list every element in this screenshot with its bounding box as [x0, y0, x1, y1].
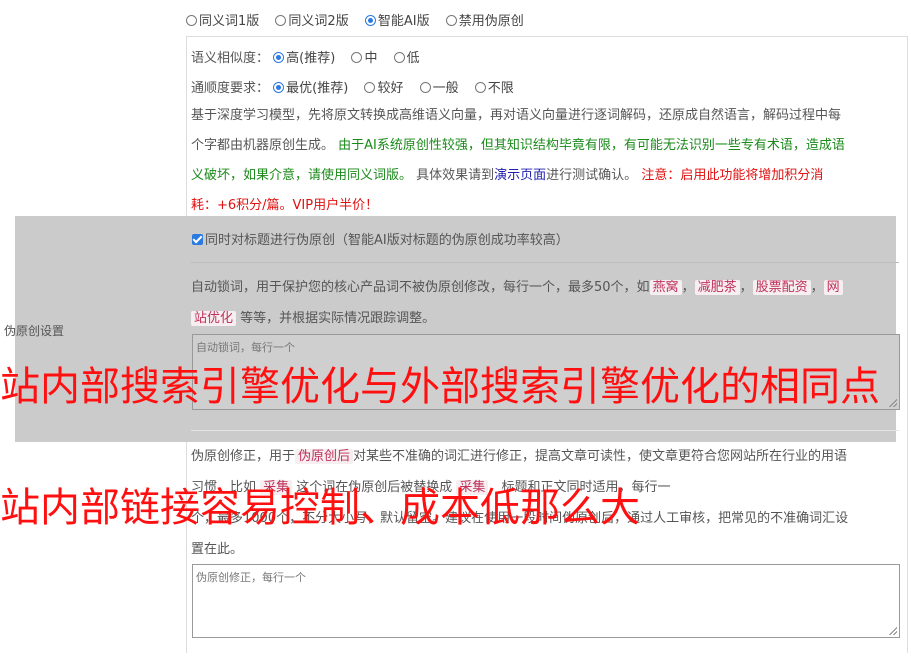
overlay-banner-line2: 站内部链接容易控制、成本低那么大 [0, 485, 640, 531]
similarity-option-low[interactable]: 低 [393, 47, 420, 66]
version-option-ai[interactable]: 智能AI版 [364, 10, 430, 29]
correction-textarea[interactable]: 伪原创修正，每行一个 [192, 564, 900, 638]
radio-icon[interactable] [186, 15, 197, 26]
section-label: 伪原创设置 [4, 324, 65, 338]
lock-words-placeholder: 自动锁词，每行一个 [196, 341, 295, 354]
keyword-tag: 燕窝 [649, 280, 682, 295]
version-option-synonym2[interactable]: 同义词2版 [275, 10, 349, 29]
version-selector: 同义词1版 同义词2版 智能AI版 禁用伪原创 [186, 10, 536, 29]
description-line: 基于深度学习模型，先将原文转换成高维语义向量，再对语义向量进行逐词解码，还原成自… [191, 108, 842, 123]
lock-words-line: 站优化 等等，并根据实际情况跟踪调整。 [191, 303, 901, 334]
cost-notice: 耗：+6积分/篇。VIP用户半价！ [191, 198, 379, 213]
radio-checked-icon[interactable] [364, 15, 376, 26]
demo-page-link[interactable]: 演示页面 [494, 168, 546, 183]
overlay-banner-line1: 站内部搜索引擎优化与外部搜索引擎优化的相同点 [0, 364, 880, 410]
description-line: 义破坏，如果介意，请使用同义词版。 具体效果请到演示页面进行测试确认。 注意：启… [191, 168, 824, 183]
ai-description: 基于深度学习模型，先将原文转换成高维语义向量，再对语义向量进行逐词解码，还原成自… [191, 101, 901, 221]
keyword-tag: 股票配资 [752, 280, 811, 295]
radio-icon[interactable] [275, 15, 287, 26]
cost-notice: 注意：启用此功能将增加积分消 [641, 168, 824, 183]
version-option-disable[interactable]: 禁用伪原创 [445, 10, 524, 29]
resize-handle-icon[interactable] [889, 627, 897, 635]
version-option-synonym1[interactable]: 同义词1版 [186, 10, 259, 29]
similarity-label: 语义相似度： [191, 51, 270, 66]
divider [191, 262, 899, 263]
lock-words-description: 自动锁词，用于保护您的核心产品词不被伪原创修改，每行一个，最多50个，如 燕窝，减… [191, 272, 901, 334]
divider [191, 430, 899, 431]
fluency-option-good[interactable]: 较好 [364, 77, 403, 96]
resize-handle-icon[interactable] [889, 399, 897, 407]
title-rewrite-checkbox[interactable]: 同时对标题进行伪原创（智能AI版对标题的伪原创成功率较高） [192, 229, 569, 248]
radio-icon[interactable] [351, 52, 363, 63]
radio-icon[interactable] [393, 52, 405, 63]
radio-icon[interactable] [474, 82, 486, 93]
similarity-row: 语义相似度： 高(推荐) 中 低 [191, 47, 432, 66]
radio-icon[interactable] [364, 82, 376, 93]
keyword-tag: 网 [823, 280, 843, 295]
ai-warning-text: 义破坏，如果介意，请使用同义词版。 [191, 168, 413, 183]
ai-warning-text: 由于AI系统原创性较强，但其知识结构毕竟有限，有可能无法识别一些专有术语，造成语 [338, 138, 845, 153]
similarity-option-high[interactable]: 高(推荐) [273, 47, 335, 66]
radio-checked-icon[interactable] [273, 82, 285, 93]
fluency-option-any[interactable]: 不限 [474, 77, 514, 96]
keyword-tag: 减肥茶 [694, 280, 740, 295]
correction-line: 伪原创修正，用于 伪原创后 对某些不准确的词汇进行修正，提高文章可读性，使文章更符合… [191, 449, 848, 464]
lock-words-line: 自动锁词，用于保护您的核心产品词不被伪原创修改，每行一个，最多50个，如 燕窝，减… [191, 272, 901, 303]
radio-checked-icon[interactable] [273, 52, 285, 63]
correction-placeholder: 伪原创修正，每行一个 [196, 571, 306, 584]
correction-line: 置在此。 [191, 542, 244, 557]
similarity-option-medium[interactable]: 中 [351, 47, 377, 66]
checkbox-checked-icon[interactable] [192, 234, 203, 245]
description-line: 个字都由机器原创生成。 由于AI系统原创性较强，但其知识结构毕竟有限，有可能无法… [191, 138, 845, 153]
fluency-option-best[interactable]: 最优(推荐) [273, 77, 348, 96]
radio-icon[interactable] [419, 82, 431, 93]
fluency-option-normal[interactable]: 一般 [419, 77, 459, 96]
keyword-tag: 伪原创后 [295, 449, 354, 464]
fluency-label: 通顺度要求： [191, 81, 270, 96]
keyword-tag: 站优化 [191, 311, 237, 326]
fluency-row: 通顺度要求： 最优(推荐) 较好 一般 不限 [191, 77, 526, 96]
radio-icon[interactable] [445, 15, 457, 26]
